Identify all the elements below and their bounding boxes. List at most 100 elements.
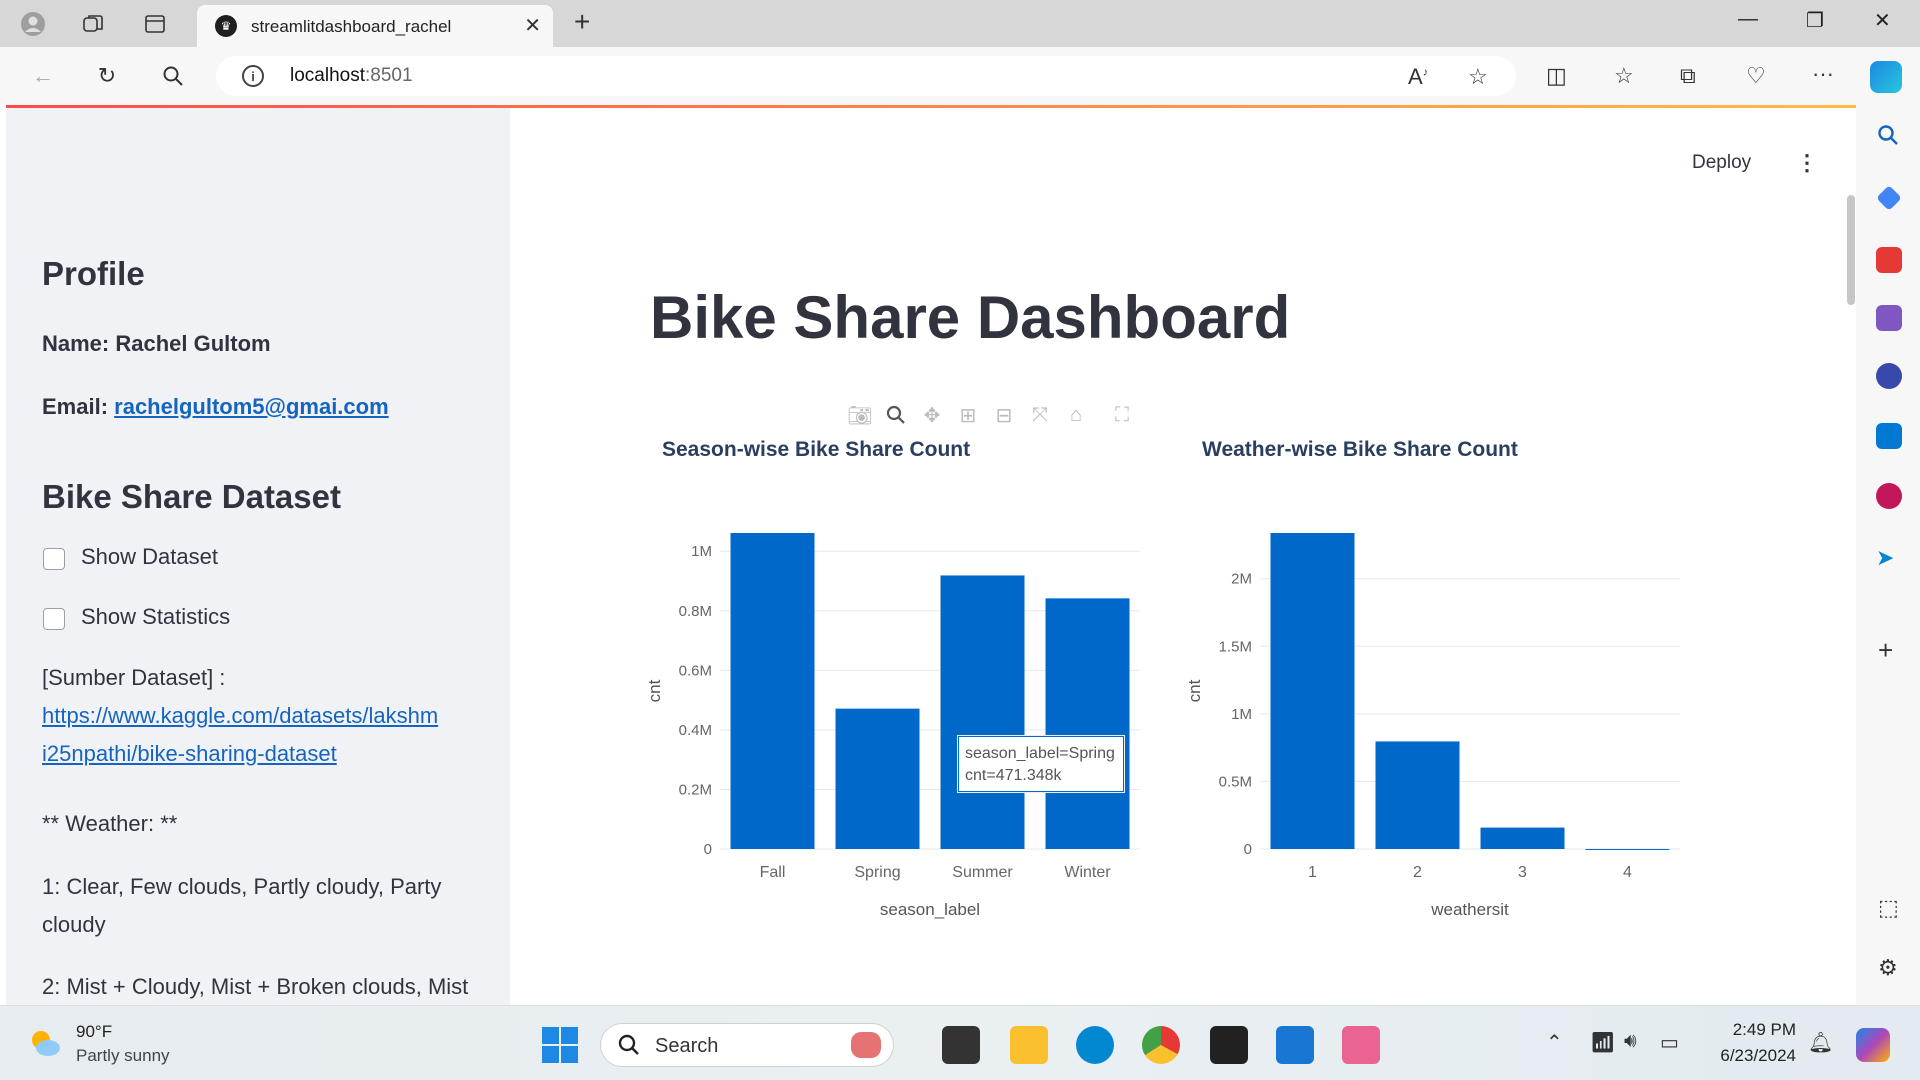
zoom-icon[interactable] — [881, 400, 911, 430]
favorite-star-icon[interactable]: ☆ — [1468, 64, 1488, 90]
season-ytick-label: 0 — [704, 841, 712, 858]
camera-icon[interactable]: 📷︎ — [845, 400, 875, 430]
weather-bar[interactable] — [1375, 741, 1460, 849]
more-options-icon[interactable]: ··· — [1812, 61, 1834, 87]
tools-icon[interactable] — [1876, 247, 1902, 273]
profile-icon[interactable] — [20, 11, 46, 37]
source-link[interactable]: https://www.kaggle.com/datasets/lakshm i… — [42, 697, 482, 773]
autoscale-icon[interactable]: ⤧ — [1025, 400, 1055, 430]
screenshot-icon[interactable]: ⬚ — [1878, 895, 1899, 921]
edge-search-icon[interactable] — [1876, 123, 1900, 152]
shopping-tag-icon[interactable] — [1876, 185, 1902, 211]
season-xtick-label: Winter — [1064, 864, 1111, 881]
weather-bar[interactable] — [1585, 848, 1670, 850]
show-dataset-checkbox[interactable] — [43, 548, 65, 570]
deploy-button[interactable]: Deploy — [1692, 152, 1751, 174]
season-xlabel: season_label — [880, 900, 980, 919]
collections-icon[interactable]: ⧉ — [1680, 63, 1696, 89]
fullscreen-icon[interactable]: ⛶ — [1107, 400, 1137, 430]
weather-ylabel: cnt — [1185, 679, 1204, 702]
vscode-taskbar-icon[interactable] — [1276, 1026, 1314, 1064]
new-tab-icon[interactable]: + — [574, 6, 590, 38]
source-link-line1[interactable]: https://www.kaggle.com/datasets/lakshm — [42, 703, 438, 728]
copilot-icon[interactable] — [1870, 61, 1902, 93]
refresh-icon[interactable]: ↻ — [92, 61, 122, 91]
weather-ytick-label: 0.5M — [1219, 773, 1252, 790]
weather-xtick-label: 3 — [1518, 864, 1527, 881]
season-bar[interactable] — [1045, 598, 1130, 849]
show-dataset-label[interactable]: Show Dataset — [81, 544, 218, 570]
settings-gear-icon[interactable]: ⚙ — [1878, 955, 1898, 981]
zoom-out-icon[interactable]: ⊟ — [989, 400, 1019, 430]
zoom-in-icon[interactable]: ⊞ — [953, 400, 983, 430]
weather-ytick-label: 2M — [1231, 571, 1252, 588]
chart-title-season: Season-wise Bike Share Count — [662, 438, 971, 461]
notification-icon[interactable]: 🔔︎ — [1808, 1030, 1833, 1055]
season-bar[interactable] — [940, 575, 1025, 849]
volume-icon[interactable]: 🔊︎ — [1624, 1030, 1637, 1053]
read-aloud-icon[interactable]: A♪ — [1408, 64, 1428, 90]
season-xtick-label: Spring — [854, 864, 900, 881]
outlook-icon[interactable] — [1876, 423, 1902, 449]
weather-temp[interactable]: 90°F — [76, 1022, 112, 1042]
season-ylabel: cnt — [645, 679, 664, 702]
workspaces-icon[interactable] — [80, 11, 106, 37]
minimize-icon[interactable]: — — [1738, 8, 1758, 31]
show-statistics-checkbox[interactable] — [43, 608, 65, 630]
weather-desc[interactable]: Partly sunny — [76, 1046, 170, 1066]
weather-sun-cloud-icon[interactable] — [28, 1028, 62, 1058]
restore-icon[interactable]: ❐ — [1806, 8, 1824, 33]
main-content: Deploy ⋮ Bike Share Dashboard 📷︎ ✥ ⊞ ⊟ ⤧… — [510, 108, 1856, 1005]
battery-icon[interactable]: ▭ — [1660, 1030, 1679, 1055]
add-sidebar-app-icon[interactable]: + — [1878, 635, 1893, 666]
browser-tab[interactable]: ♛ streamlitdashboard_rachel ✕ — [197, 5, 553, 47]
show-statistics-label[interactable]: Show Statistics — [81, 604, 230, 630]
send-icon[interactable]: ➤ — [1876, 545, 1894, 571]
favorites-icon[interactable]: ☆ — [1614, 63, 1634, 89]
season-bar[interactable] — [730, 533, 815, 849]
tray-chevron-icon[interactable]: ⌃ — [1546, 1030, 1563, 1055]
weather-item-1: 1: Clear, Few clouds, Partly cloudy, Par… — [42, 874, 442, 937]
wifi-icon[interactable]: 📶︎ — [1590, 1030, 1615, 1055]
edge-sidebar: ➤ + ⬚ ⚙ — [1856, 105, 1920, 1005]
clock-time[interactable]: 2:49 PM — [1732, 1020, 1796, 1040]
reset-axes-icon[interactable]: ⌂ — [1061, 400, 1091, 430]
profile-heading: Profile — [42, 255, 145, 292]
windows-start-icon[interactable] — [542, 1027, 578, 1068]
season-bar[interactable] — [835, 708, 920, 849]
email-link[interactable]: rachelgultom5@gmai.com — [114, 394, 389, 419]
browser-tab-bar: ♛ streamlitdashboard_rachel ✕ + — ❐ ✕ — [0, 0, 1920, 47]
weather-bar[interactable] — [1480, 827, 1565, 849]
taskbar-search-box[interactable]: Search — [600, 1023, 894, 1067]
season-bar-chart: 0 0.2M 0.4M 0.6M 0.8M 1M Fall Spring Summer Winte… — [645, 533, 1140, 919]
task-view-icon[interactable] — [942, 1026, 980, 1064]
url-field[interactable]: i localhost:8501 A♪ ☆ — [216, 56, 1516, 96]
games-icon[interactable] — [1876, 305, 1902, 331]
page-viewport: Profile Name: Rachel Gultom Email: rache… — [6, 105, 1856, 1005]
edge-taskbar-icon[interactable] — [1076, 1026, 1114, 1064]
search-icon[interactable] — [158, 61, 188, 91]
site-info-icon[interactable]: i — [242, 65, 264, 87]
tooltip-line-2: cnt=471.348k — [965, 767, 1062, 784]
close-window-icon[interactable]: ✕ — [1874, 8, 1891, 33]
copilot-taskbar-icon[interactable] — [1856, 1028, 1890, 1062]
close-tab-icon[interactable]: ✕ — [524, 13, 541, 38]
terminal-taskbar-icon[interactable] — [1210, 1026, 1248, 1064]
clock-date[interactable]: 6/23/2024 — [1712, 1046, 1796, 1066]
taskbar-search-icon — [617, 1033, 641, 1062]
file-explorer-icon[interactable] — [1010, 1026, 1048, 1064]
weather-bar[interactable] — [1270, 533, 1355, 849]
back-icon[interactable]: ← — [28, 61, 58, 91]
designer-icon[interactable] — [1876, 483, 1902, 509]
split-screen-icon[interactable]: ◫ — [1546, 63, 1567, 89]
vertical-tabs-icon[interactable] — [142, 11, 168, 37]
pan-icon[interactable]: ✥ — [917, 400, 947, 430]
snipping-tool-icon[interactable] — [1342, 1026, 1380, 1064]
page-scrollbar[interactable] — [1847, 195, 1855, 305]
main-menu-icon[interactable]: ⋮ — [1796, 150, 1818, 176]
microsoft365-icon[interactable] — [1876, 363, 1902, 389]
browser-essentials-icon[interactable]: ♡ — [1746, 63, 1766, 89]
weather-item-2: 2: Mist + Cloudy, Mist + Broken clouds, … — [42, 974, 469, 999]
source-link-line2[interactable]: i25npathi/bike-sharing-dataset — [42, 741, 337, 766]
chrome-taskbar-icon[interactable] — [1142, 1026, 1180, 1064]
